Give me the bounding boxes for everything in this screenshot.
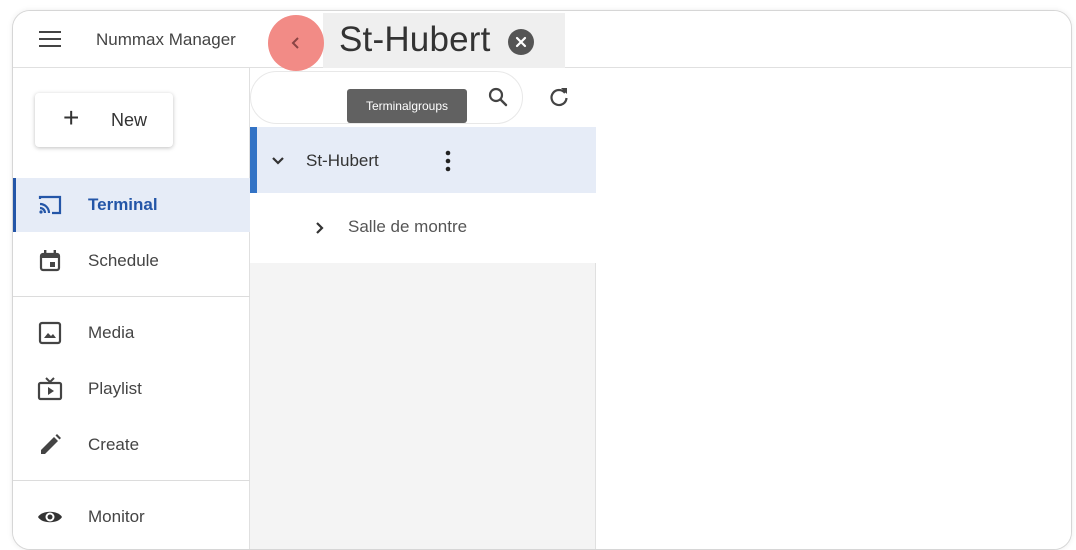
tree-item-label: Salle de montre <box>348 217 468 236</box>
chevron-right-icon[interactable] <box>312 220 328 236</box>
chevron-left-icon <box>291 37 299 49</box>
sidebar: + New Terminal Schedule Media Playlist C… <box>13 68 250 549</box>
calendar-icon <box>39 250 61 272</box>
tree-item-label: St-Hubert <box>306 151 379 170</box>
new-button-label: New <box>111 110 148 130</box>
sidebar-item-monitor[interactable]: Monitor <box>13 490 250 544</box>
plus-icon: + <box>63 102 80 133</box>
sidebar-item-label: Schedule <box>88 251 159 270</box>
chevron-down-icon[interactable] <box>270 153 286 169</box>
pencil-icon <box>41 434 61 454</box>
sidebar-divider <box>13 480 250 481</box>
new-button[interactable]: + New <box>35 93 173 147</box>
sidebar-item-schedule[interactable]: Schedule <box>13 234 250 288</box>
eye-icon <box>38 511 62 523</box>
sidebar-item-create[interactable]: Create <box>13 418 250 472</box>
back-button[interactable] <box>268 15 324 71</box>
app-window: Nummax Manager St-Hubert + New Terminal <box>12 10 1072 550</box>
sidebar-item-label: Monitor <box>88 507 145 526</box>
sidebar-item-label: Terminal <box>88 195 158 214</box>
tooltip: Terminalgroups <box>347 89 467 123</box>
app-title: Nummax Manager <box>96 30 236 49</box>
sidebar-divider <box>13 296 250 297</box>
tab-title: St-Hubert <box>339 20 491 59</box>
detail-panel <box>596 68 1071 549</box>
terminal-groups-panel: Terminalgroups St-Hubert Salle de montre <box>250 68 596 549</box>
sidebar-item-label: Create <box>88 435 140 454</box>
close-circle-icon[interactable] <box>508 29 534 55</box>
hamburger-menu-icon[interactable] <box>39 31 63 49</box>
sidebar-item-terminal[interactable]: Terminal <box>13 178 250 232</box>
cast-icon <box>38 195 62 215</box>
tree-item-salle-de-montre[interactable]: Salle de montre <box>250 193 596 263</box>
top-bar: Nummax Manager St-Hubert <box>13 11 1071 71</box>
tab-st-hubert[interactable]: St-Hubert <box>323 13 565 68</box>
sidebar-item-label: Playlist <box>88 379 142 398</box>
tv-play-icon <box>37 377 63 401</box>
more-vertical-icon[interactable] <box>444 150 452 172</box>
sidebar-item-label: Media <box>88 323 135 342</box>
refresh-icon[interactable] <box>547 85 571 109</box>
search-icon[interactable] <box>486 85 510 109</box>
image-icon <box>38 321 62 345</box>
sidebar-item-playlist[interactable]: Playlist <box>13 362 250 416</box>
sidebar-item-media[interactable]: Media <box>13 306 250 360</box>
search-toolbar: Terminalgroups <box>250 68 596 127</box>
tree-item-st-hubert[interactable]: St-Hubert <box>250 127 596 193</box>
